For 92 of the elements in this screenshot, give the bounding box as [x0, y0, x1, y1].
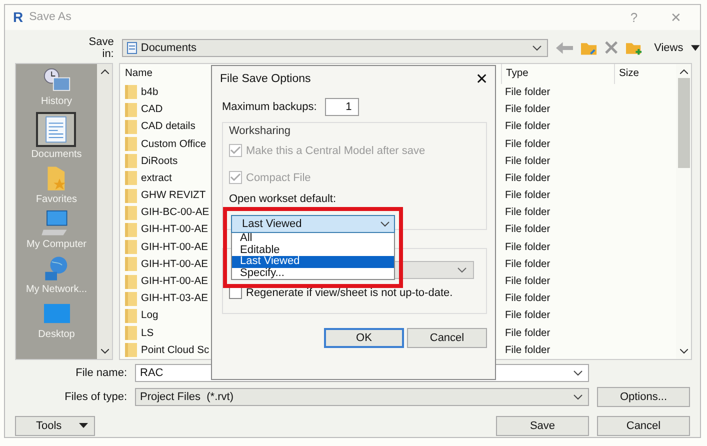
- file-name[interactable]: extract: [141, 172, 172, 184]
- scroll-down-icon[interactable]: [100, 348, 108, 354]
- file-type: File folder: [504, 344, 552, 356]
- file-type-dropdown[interactable]: Project Files (*.rvt): [135, 388, 589, 406]
- chevron-down-icon: [457, 267, 467, 273]
- close-button[interactable]: ✕: [473, 70, 491, 88]
- files-of-type-label: Files of type:: [64, 391, 127, 404]
- column-header[interactable]: Type: [501, 64, 614, 84]
- folder-icon: [125, 154, 137, 168]
- folder-icon: [125, 326, 137, 340]
- file-name[interactable]: Custom Office: [141, 138, 206, 150]
- chevron-down-icon[interactable]: [573, 370, 583, 376]
- tools-button[interactable]: Tools: [15, 416, 95, 436]
- document-icon: [36, 112, 76, 147]
- document-icon: [126, 42, 137, 54]
- folder-icon: [125, 274, 137, 289]
- file-name[interactable]: GIH-HT-03-AE: [141, 293, 208, 304]
- file-name[interactable]: GIH-HT-00-AE: [141, 224, 208, 236]
- file-name[interactable]: b4b: [141, 86, 158, 98]
- file-name[interactable]: GIH-HT-00-AE: [141, 276, 208, 288]
- folder-icon: [125, 308, 137, 323]
- dropdown-option[interactable]: Last Viewed: [232, 256, 394, 268]
- folder-icon: [125, 188, 137, 203]
- file-name[interactable]: DiRoots: [141, 156, 178, 167]
- maximum-backups-label: Maximum backups:: [222, 101, 317, 113]
- ok-button[interactable]: OK: [324, 328, 404, 348]
- file-type: File folder: [504, 190, 552, 202]
- file-name[interactable]: Log: [141, 310, 158, 322]
- file-name[interactable]: GIH-HT-00-AE: [141, 258, 208, 270]
- file-name[interactable]: CAD details: [141, 121, 196, 132]
- checkbox-label: Regenerate if view/sheet is not up-to-date.: [246, 286, 453, 298]
- file-name[interactable]: Point Cloud Sc: [141, 344, 210, 356]
- app-logo: R: [13, 9, 24, 26]
- folder-icon: [125, 206, 137, 220]
- cancel-button[interactable]: Cancel: [407, 328, 487, 348]
- folder-icon: [125, 102, 137, 117]
- file-type: File folder: [504, 104, 552, 116]
- checkbox-label: Compact File: [246, 172, 311, 184]
- file-type: File folder: [504, 172, 552, 184]
- options-button[interactable]: Options...: [597, 387, 690, 408]
- chevron-down-icon[interactable]: [573, 394, 583, 400]
- file-type: File folder: [504, 224, 552, 236]
- save-button[interactable]: Save: [496, 416, 589, 436]
- folder-icon: [125, 343, 137, 358]
- folder-icon: [125, 171, 137, 186]
- file-name[interactable]: GHW REVIZT: [141, 190, 206, 202]
- file-name[interactable]: GIH-BC-00-AE: [141, 207, 210, 218]
- file-type: File folder: [504, 207, 552, 218]
- scroll-down-icon[interactable]: [680, 348, 688, 354]
- file-type: File folder: [504, 138, 552, 150]
- views-button[interactable]: Views: [654, 42, 684, 54]
- file-type: File folder: [504, 310, 552, 322]
- cancel-button[interactable]: Cancel: [597, 416, 690, 436]
- caret-icon[interactable]: [691, 44, 700, 51]
- dropdown-option[interactable]: Specify...: [232, 268, 394, 279]
- workset-dropdown[interactable]: Last Viewed: [231, 215, 395, 233]
- checkbox-label: Make this a Central Model after save: [246, 144, 426, 156]
- folder-icon: [125, 85, 137, 100]
- folder-icon: [125, 137, 137, 152]
- caret-icon: [79, 423, 88, 428]
- window-title: Save As: [29, 11, 72, 24]
- folder-icon: [125, 292, 137, 306]
- file-type: File folder: [504, 86, 552, 98]
- folder-icon: [125, 240, 137, 254]
- folder-icon: [125, 257, 137, 272]
- workset-label: Open workset default:: [229, 193, 338, 205]
- file-name[interactable]: CAD: [141, 104, 163, 116]
- scroll-up-icon[interactable]: [680, 68, 688, 74]
- file-type: File folder: [504, 258, 552, 270]
- chevron-down-icon: [380, 221, 390, 227]
- group-title: Worksharing: [229, 125, 292, 137]
- folder-icon: [125, 120, 137, 134]
- file-name[interactable]: LS: [141, 328, 154, 339]
- delete-icon[interactable]: [604, 41, 618, 54]
- folder-icon: [125, 222, 137, 237]
- scroll-up-icon[interactable]: [100, 68, 108, 74]
- file-type: File folder: [504, 121, 552, 132]
- maximum-backups-field[interactable]: 1: [324, 98, 359, 116]
- dropdown-option[interactable]: Editable: [232, 244, 394, 256]
- file-name[interactable]: GIH-HT-00-AE: [141, 242, 208, 253]
- chevron-down-icon[interactable]: [532, 44, 542, 51]
- file-type: File folder: [504, 242, 552, 253]
- dialog-title: File Save Options: [220, 73, 311, 85]
- scrollbar-thumb[interactable]: [678, 78, 690, 168]
- file-type: File folder: [504, 156, 552, 167]
- file-type: File folder: [504, 276, 552, 288]
- file-type: File folder: [504, 328, 552, 339]
- dropdown-option[interactable]: All: [232, 233, 394, 244]
- file-type: File folder: [504, 293, 552, 304]
- save-in-dropdown[interactable]: Documents: [122, 38, 548, 57]
- save-in-label: Save in:: [88, 36, 114, 60]
- file-name-label: File name:: [74, 367, 127, 380]
